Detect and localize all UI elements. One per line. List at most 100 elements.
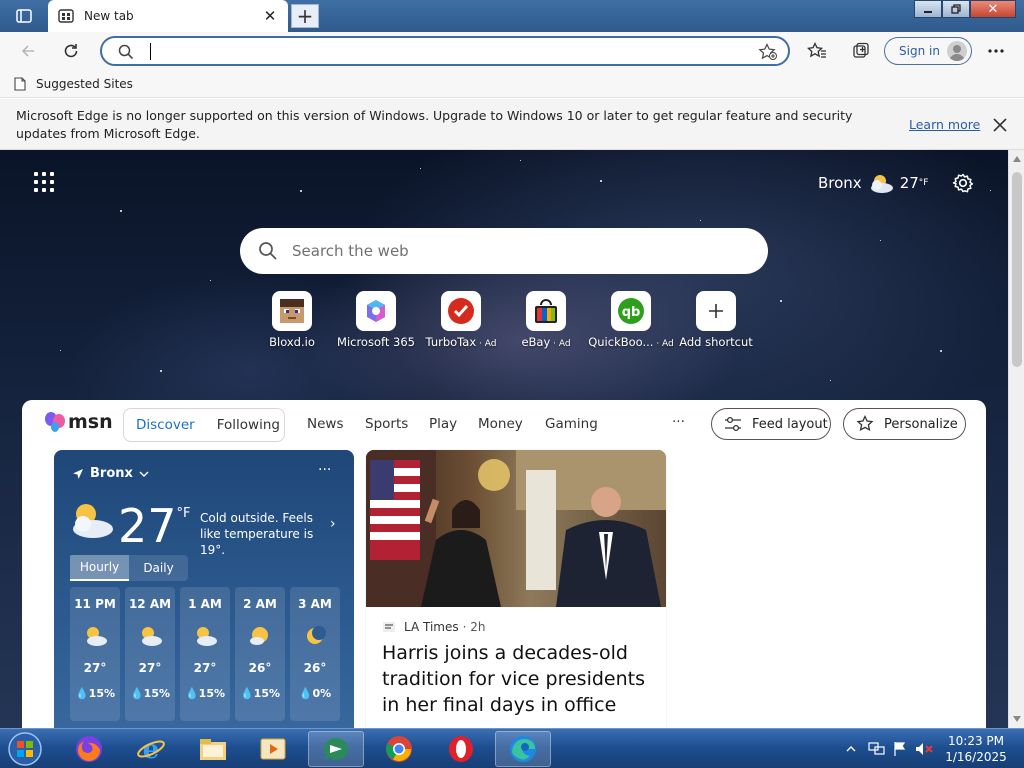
more-menu-icon[interactable]: [981, 36, 1011, 66]
personalize-button[interactable]: Personalize: [843, 408, 966, 440]
shortcut-bloxd[interactable]: Bloxd.io: [249, 291, 335, 349]
shortcut-label: Bloxd.io: [269, 335, 315, 349]
clock[interactable]: 10:23 PM 1/16/2025: [940, 733, 1012, 765]
close-tab-icon[interactable]: ✕: [262, 7, 278, 25]
nav-news[interactable]: News: [307, 416, 343, 432]
news-source: LA Times · 2h: [382, 620, 485, 634]
shortcut-quickbooks[interactable]: qb QuickBoo... · Ad: [588, 291, 674, 349]
title-bar: New tab ✕ + ✕: [0, 0, 1024, 32]
weather-more-icon[interactable]: ···: [318, 462, 331, 478]
app-launcher-icon[interactable]: [34, 172, 54, 192]
news-card[interactable]: LA Times · 2h Harris joins a decades-old…: [366, 450, 666, 728]
shortcut-label: Add shortcut: [679, 335, 753, 349]
more-nav-icon[interactable]: ···: [672, 414, 685, 430]
back-arrow-icon[interactable]: [13, 36, 43, 66]
scrollbar-thumb[interactable]: [1012, 172, 1022, 367]
forecast-hour[interactable]: 3 AM 26° 💧0%: [290, 587, 340, 721]
tab-following[interactable]: Following: [217, 417, 280, 433]
nav-money[interactable]: Money: [478, 416, 523, 432]
chevron-down-icon: [139, 471, 149, 477]
forecast-hour[interactable]: 11 PM 27° 💧15%: [70, 587, 120, 721]
hour-time: 11 PM: [74, 597, 116, 611]
tab-title: New tab: [84, 9, 134, 23]
current-temp: 27: [118, 499, 177, 553]
volume-muted-icon[interactable]: [914, 741, 934, 757]
close-window-button[interactable]: ✕: [970, 0, 1016, 18]
shortcut-microsoft-365[interactable]: Microsoft 365: [333, 291, 419, 349]
weather-card[interactable]: Bronx ··· 27 °F Cold outside. Feels like…: [54, 450, 354, 728]
hour-precip: 💧0%: [298, 687, 332, 700]
tab-discover[interactable]: Discover: [136, 417, 195, 433]
network-icon[interactable]: [868, 741, 886, 757]
file-explorer-icon[interactable]: [185, 731, 241, 767]
microsoft-365-icon: [356, 291, 396, 331]
address-bar[interactable]: [100, 36, 790, 66]
internet-explorer-icon[interactable]: e: [123, 731, 179, 767]
plus-icon: [696, 291, 736, 331]
opera-icon[interactable]: [433, 731, 489, 767]
quickbooks-icon: qb: [611, 291, 651, 331]
weather-unit: °F: [918, 178, 929, 188]
collections-icon[interactable]: [846, 36, 876, 66]
personalize-label: Personalize: [884, 416, 958, 432]
new-tab-favicon-icon: [58, 8, 74, 24]
new-tab-button[interactable]: +: [291, 4, 319, 28]
scroll-up-icon[interactable]: [1013, 156, 1021, 162]
tab-new-tab[interactable]: New tab ✕: [48, 0, 288, 32]
shortcut-turbotax[interactable]: TurboTax · Ad: [418, 291, 504, 349]
shortcut-ebay[interactable]: eBay · Ad: [503, 291, 589, 349]
close-icon[interactable]: [990, 115, 1010, 135]
news-headline[interactable]: Harris joins a decades-old tradition for…: [382, 640, 652, 718]
web-search-box[interactable]: Search the web: [240, 228, 768, 274]
add-favorite-icon[interactable]: [758, 43, 778, 61]
refresh-icon[interactable]: [56, 36, 86, 66]
learn-more-link[interactable]: Learn more: [909, 117, 980, 132]
forecast-hour[interactable]: 1 AM 27° 💧15%: [180, 587, 230, 721]
favorites-icon[interactable]: [802, 36, 832, 66]
tab-actions-icon[interactable]: [8, 6, 40, 26]
chrome-icon[interactable]: [371, 731, 427, 767]
nav-gaming[interactable]: Gaming: [545, 416, 598, 432]
shortcut-label: QuickBoo...: [588, 335, 654, 349]
nav-sports[interactable]: Sports: [365, 416, 408, 432]
news-photo[interactable]: [366, 450, 666, 607]
navigation-bar: Sign in: [0, 32, 1024, 70]
minimize-button[interactable]: [914, 0, 942, 18]
tab-daily[interactable]: Daily: [129, 555, 188, 581]
weather-location[interactable]: Bronx: [72, 466, 149, 481]
shortcut-label: eBay: [521, 335, 551, 349]
forecast-hour[interactable]: 12 AM 27° 💧15%: [125, 587, 175, 721]
nav-play[interactable]: Play: [429, 416, 457, 432]
msn-wordmark: msn: [68, 411, 113, 433]
chevron-right-icon[interactable]: ›: [330, 516, 336, 532]
add-shortcut-button[interactable]: Add shortcut: [673, 291, 759, 349]
sign-in-button[interactable]: Sign in: [884, 37, 972, 65]
profile-avatar-icon: [947, 41, 967, 61]
turbotax-icon: [441, 291, 481, 331]
la-times-logo-icon: [383, 622, 395, 632]
firefox-icon[interactable]: [61, 731, 117, 767]
media-player-icon[interactable]: [245, 731, 301, 767]
edge-icon[interactable]: [495, 731, 551, 767]
show-hidden-icons-icon[interactable]: [846, 745, 856, 753]
page-scrollbar[interactable]: [1008, 150, 1024, 728]
suggested-sites-link[interactable]: Suggested Sites: [36, 77, 133, 91]
forecast-hour[interactable]: 2 AM 26° 💧15%: [235, 587, 285, 721]
ebay-bag-icon: [526, 291, 566, 331]
gear-icon[interactable]: [952, 172, 974, 194]
feed-layout-button[interactable]: Feed layout: [711, 408, 831, 440]
start-button[interactable]: [2, 731, 48, 767]
window-controls: ✕: [914, 0, 1018, 18]
current-unit: °F: [176, 506, 191, 521]
new-tab-page: Bronx 27 °F Search the web Bloxd.io Micr…: [0, 150, 1008, 728]
sliders-icon: [725, 416, 741, 432]
page-icon: [14, 76, 26, 91]
chat-app-icon[interactable]: [308, 731, 364, 767]
weather-summary[interactable]: Bronx 27 °F: [818, 170, 928, 196]
restore-button[interactable]: [942, 0, 970, 18]
msn-logo[interactable]: msn: [44, 410, 113, 434]
scroll-down-icon[interactable]: [1013, 716, 1021, 722]
tab-hourly[interactable]: Hourly: [70, 555, 129, 581]
action-center-flag-icon[interactable]: [892, 741, 908, 757]
search-icon: [118, 44, 134, 60]
